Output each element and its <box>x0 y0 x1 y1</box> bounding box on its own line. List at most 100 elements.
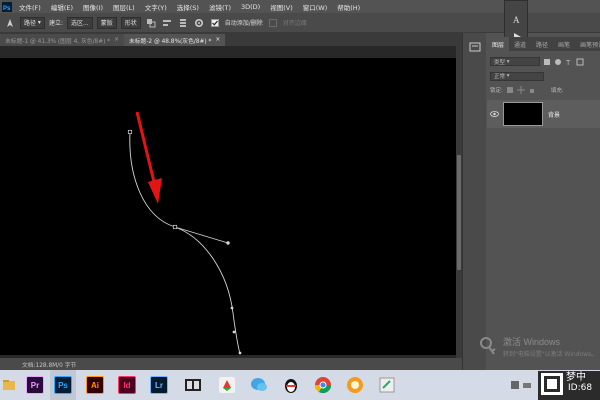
menu-item-filter[interactable]: 滤镜(T) <box>204 2 236 12</box>
blend-mode-select[interactable]: 正常 ▾ <box>490 71 544 81</box>
tab-brushes[interactable]: 画笔 <box>553 40 575 49</box>
tab-brush-presets[interactable]: 画笔预设 <box>575 40 600 49</box>
anchor-point-mid <box>172 224 178 230</box>
document-info[interactable]: 文档:128.8M/0 字节 <box>22 360 76 369</box>
visibility-eye-icon[interactable] <box>487 111 501 117</box>
menu-item-file[interactable]: 文件(F) <box>14 2 46 12</box>
menu-item-view[interactable]: 视图(V) <box>265 2 298 12</box>
path-alignment-icon[interactable] <box>161 17 173 29</box>
red-arrow-shaft <box>135 111 157 187</box>
photoshop-label: Ps <box>58 380 68 390</box>
tray-icon[interactable] <box>510 380 520 390</box>
tab-document-1[interactable]: 未标题-1 @ 41.3% (图层 4, 灰色/8#) * × <box>0 34 124 46</box>
folder-icon[interactable] <box>2 378 16 392</box>
film-editor-icon[interactable] <box>184 376 202 394</box>
close-icon[interactable]: × <box>215 37 220 43</box>
media-app-icon[interactable] <box>218 376 236 394</box>
filter-pixel-icon[interactable] <box>543 58 551 66</box>
layer-row-background[interactable]: 背景 <box>487 100 600 128</box>
taskbar-app-lightroom[interactable]: Lr <box>150 376 168 394</box>
align-edges-label: 对齐边缘 <box>282 20 307 27</box>
vertical-scrollbar-thumb[interactable] <box>457 155 461 270</box>
filter-type-icon[interactable]: T <box>565 58 573 66</box>
lock-all-icon[interactable] <box>528 86 536 94</box>
browser-app-icon[interactable] <box>346 376 364 394</box>
lock-label: 锁定: <box>490 88 503 94</box>
taskbar-app-indesign[interactable]: Id <box>118 376 136 394</box>
character-panel-icon[interactable]: A <box>511 13 523 25</box>
pen-tool-icon[interactable] <box>4 17 16 29</box>
red-arrow-head <box>148 178 162 204</box>
tab-channels[interactable]: 通道 <box>509 40 531 49</box>
fill-label: 填充: <box>550 88 564 94</box>
status-bar: 文档:128.8M/0 字节 <box>0 358 462 370</box>
direction-handle-line <box>174 226 229 244</box>
menu-item-image[interactable]: 图像(I) <box>78 2 108 12</box>
svg-text:Ps: Ps <box>3 6 11 12</box>
menu-item-edit[interactable]: 编辑(E) <box>46 2 78 12</box>
filter-adjustment-icon[interactable] <box>554 58 562 66</box>
document-canvas[interactable] <box>0 58 456 355</box>
windows-activation-title: 激活 Windows <box>503 337 561 347</box>
canvas-artwork <box>127 111 242 355</box>
auto-add-delete-label: 自动添加/删除 <box>224 20 263 27</box>
qq-penguin-icon[interactable] <box>282 376 300 394</box>
make-label: 建立: <box>48 20 63 27</box>
svg-text:A: A <box>513 15 520 25</box>
filter-shape-icon[interactable] <box>576 58 584 66</box>
menu-item-select[interactable]: 选择(S) <box>172 2 204 12</box>
auto-add-delete-checkbox[interactable] <box>209 17 221 29</box>
layer-kind-filter[interactable]: 类型 ▾ <box>490 57 540 66</box>
taskbar-app-photoshop[interactable]: Ps <box>54 376 72 394</box>
photoshop-logo-icon: Ps <box>2 1 12 12</box>
tab-document-2[interactable]: 未标题-2 @ 48.8%(灰色/8#) * × <box>123 34 226 46</box>
menu-item-type[interactable]: 文字(Y) <box>140 2 172 12</box>
menu-item-3d[interactable]: 3D(D) <box>236 3 265 11</box>
direction-handle-point <box>226 241 230 245</box>
blend-mode-row: 正常 ▾ <box>487 70 600 82</box>
document-tab-strip: 未标题-1 @ 41.3% (图层 4, 灰色/8#) * × 未标题-2 @ … <box>0 33 462 46</box>
selection-button[interactable]: 选区... <box>66 16 93 29</box>
close-icon[interactable]: × <box>114 37 119 43</box>
lightroom-label: Lr <box>155 380 163 390</box>
chat-app-icon[interactable] <box>250 376 268 394</box>
illustrator-label: Ai <box>91 380 99 390</box>
settings-gear-icon[interactable] <box>193 17 205 29</box>
menu-item-layer[interactable]: 图层(L) <box>108 2 140 12</box>
menu-item-window[interactable]: 窗口(W) <box>298 2 333 12</box>
windows-activation-subtitle: 转到"电脑设置"以激活 Windows。 <box>503 351 598 358</box>
tab-layers[interactable]: 图层 <box>487 37 510 51</box>
taskbar-app-premiere[interactable]: Pr <box>26 376 44 394</box>
tab-document-1-label: 未标题-1 @ 41.3% (图层 4, 灰色/8#) * <box>5 38 111 45</box>
svg-text:T: T <box>565 59 571 66</box>
layers-panel-tabs: 图层 通道 路径 画笔 画笔预设 <box>487 37 600 51</box>
taskbar-app-illustrator[interactable]: Ai <box>86 376 104 394</box>
premiere-label: Pr <box>30 380 40 390</box>
path-arrangement-icon[interactable] <box>177 17 189 29</box>
brand-text: 梦中 <box>566 372 586 383</box>
shape-button[interactable]: 形状 <box>120 16 141 29</box>
tray-network-icon[interactable] <box>522 380 532 390</box>
history-panel-icon[interactable] <box>469 41 481 53</box>
layer-kind-value: 类型 <box>494 59 506 66</box>
path-operations-icon[interactable] <box>145 17 157 29</box>
layer-thumbnail <box>503 102 543 126</box>
tool-mode-select[interactable]: 路径 ▾ <box>20 16 45 29</box>
anchor-point-end <box>238 351 242 355</box>
menu-item-help[interactable]: 帮助(H) <box>332 2 365 12</box>
notes-app-icon[interactable] <box>378 376 396 394</box>
panel-icon-column <box>462 33 486 370</box>
mask-button[interactable]: 蒙版 <box>96 16 117 29</box>
key-icon <box>480 337 496 355</box>
align-edges-checkbox[interactable] <box>267 17 279 29</box>
indesign-label: Id <box>123 380 131 390</box>
layer-name: 背景 <box>548 111 561 119</box>
tab-paths[interactable]: 路径 <box>531 40 553 49</box>
tool-mode-value: 路径 <box>24 20 37 27</box>
tab-document-2-label: 未标题-2 @ 48.8%(灰色/8#) * <box>128 38 212 45</box>
brand-logo-icon <box>541 373 563 395</box>
anchor-point-low-1 <box>230 306 234 310</box>
lock-position-icon[interactable] <box>516 86 525 94</box>
chrome-icon[interactable] <box>314 376 332 394</box>
lock-pixels-icon[interactable] <box>506 86 514 94</box>
